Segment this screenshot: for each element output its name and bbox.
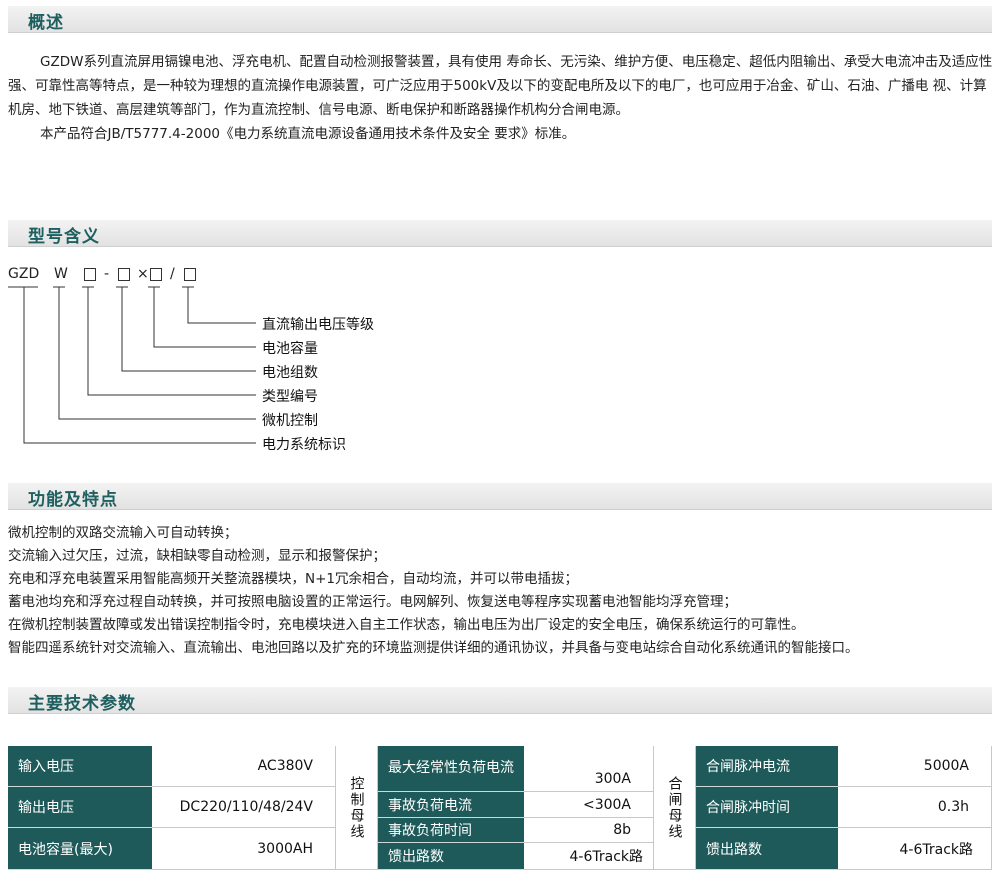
spec-value: AC380V: [152, 746, 336, 787]
feature-item: 微机控制的双路交流输入可自动转换；: [8, 525, 238, 541]
spec-label: 事故负荷电流: [378, 792, 524, 818]
spec-table: 输入电压 AC380V 输出电压 DC220/110/48/24V 电池容量(最…: [8, 746, 992, 870]
section-header-features: 功能及特点: [8, 483, 992, 510]
feature-item: 在微机控制装置故障或发出错误控制指令时，充电模块进入自主工作状态，输出电压为出厂…: [8, 617, 805, 633]
spec-value: <300A: [524, 792, 654, 818]
spec-value: 3000AH: [152, 828, 336, 870]
spec-value: 4-6Track路: [524, 843, 654, 870]
spec-label: 电池容量(最大): [8, 828, 152, 870]
spec-label: 输入电压: [8, 746, 152, 787]
section-title: 主要技术参数: [28, 694, 136, 714]
feature-item: 智能四遥系统针对交流输入、直流输出、电池回路以及扩充的环境监测提供详细的通讯协议…: [8, 640, 859, 656]
spec-value: 0.3h: [838, 787, 992, 828]
spec-value: 8b: [524, 818, 654, 843]
spec-label: 馈出路数: [696, 828, 838, 870]
feature-item: 蓄电池均充和浮充过程自动转换，并可按照电脑设置的正常运行。电网解列、恢复送电等程…: [8, 594, 737, 610]
spec-label: 合闸脉冲电流: [696, 746, 838, 787]
legend-capacity: 电池容量: [262, 341, 318, 357]
model-bracket-lines: [8, 286, 256, 444]
spec-label: 输出电压: [8, 787, 152, 828]
spec-value: 300A: [524, 746, 654, 792]
feature-item: 交流输入过欠压，过流，缺相缺零自动检测，显示和报警保护；: [8, 548, 386, 564]
spec-value: 5000A: [838, 746, 992, 787]
spec-label: 合闸脉冲时间: [696, 787, 838, 828]
spec-label: 事故负荷时间: [378, 818, 524, 843]
section-header-specs: 主要技术参数: [8, 687, 992, 714]
legend-micro-control: 微机控制: [262, 413, 318, 429]
group-label-closing-bus: 合闸母线: [654, 746, 696, 870]
group-label-control-bus: 控制母线: [336, 746, 378, 870]
feature-list: 微机控制的双路交流输入可自动转换； 交流输入过欠压，过流，缺相缺零自动检测，显示…: [8, 522, 998, 660]
spec-label: 馈出路数: [378, 843, 524, 870]
legend-voltage: 直流输出电压等级: [262, 317, 374, 333]
spec-value: 4-6Track路: [838, 828, 992, 870]
legend-groups: 电池组数: [262, 365, 318, 381]
spec-value: DC220/110/48/24V: [152, 787, 336, 828]
spec-label: 最大经常性负荷电流: [378, 746, 524, 792]
legend-type: 类型编号: [262, 389, 318, 405]
section-title: 功能及特点: [28, 490, 118, 510]
legend-system-mark: 电力系统标识: [262, 437, 346, 453]
feature-item: 充电和浮充电装置采用智能高频开关整流器模块，N+1冗余相合，自动均流，并可以带电…: [8, 571, 578, 587]
